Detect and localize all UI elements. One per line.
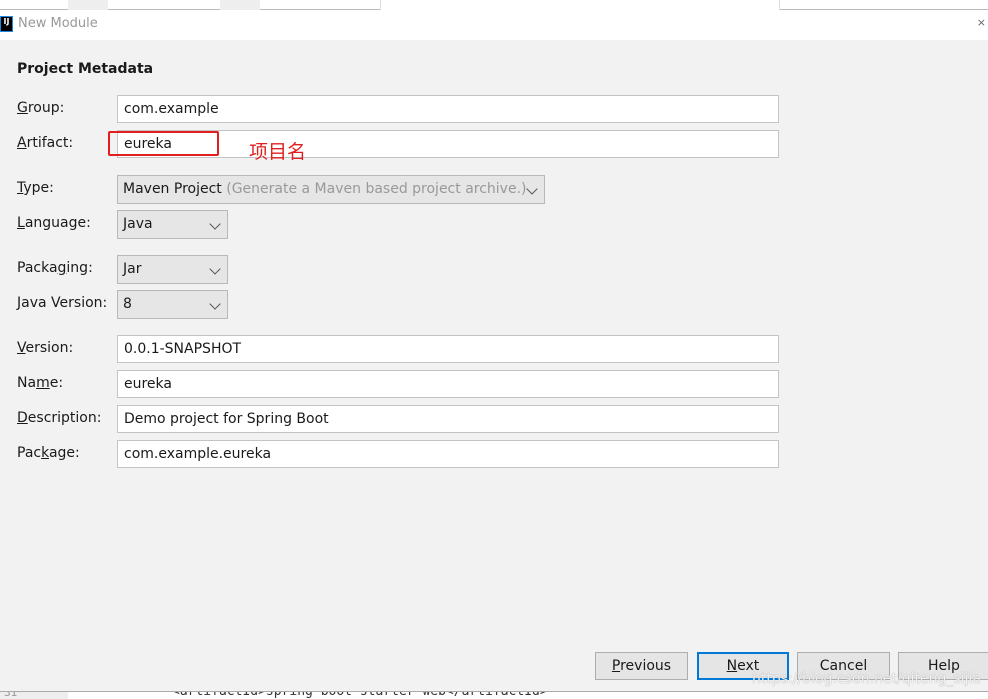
dialog-title: New Module	[18, 16, 98, 31]
label-text: anguage:	[24, 215, 91, 231]
packaging-select[interactable]: Jar	[117, 255, 228, 284]
packaging-label: Packaging:	[17, 260, 93, 276]
label-text: Packa	[17, 260, 58, 276]
description-input[interactable]: Demo project for Spring Boot	[117, 405, 779, 433]
label-text: ing:	[66, 260, 93, 276]
button-label: revious	[620, 658, 672, 674]
label-text: ype:	[23, 180, 54, 196]
description-label: Description:	[17, 410, 101, 426]
label-text: escription:	[27, 410, 102, 426]
group-label: Group:	[17, 100, 64, 116]
chevron-down-icon	[209, 218, 221, 230]
label-text: roup:	[27, 100, 65, 116]
close-icon[interactable]: ×	[977, 16, 986, 29]
package-label: Package:	[17, 445, 80, 461]
select-value: Maven Project	[123, 181, 222, 197]
annotation-label: 项目名	[249, 141, 307, 163]
background-editor	[380, 0, 780, 10]
select-hint: (Generate a Maven based project archive.…	[226, 181, 527, 197]
dialog-titlebar	[0, 10, 988, 40]
label-text: rtifact:	[26, 135, 74, 151]
chevron-down-icon	[209, 263, 221, 275]
select-value: Jar	[123, 261, 142, 277]
artifact-label: Artifact:	[17, 135, 73, 151]
background-ide-window	[0, 0, 988, 10]
group-input[interactable]: com.example	[117, 95, 779, 123]
label-text: e:	[49, 375, 64, 391]
package-input[interactable]: com.example.eureka	[117, 440, 779, 468]
mnemonic: P	[611, 658, 621, 674]
label-text: Na	[17, 375, 37, 391]
mnemonic: m	[36, 375, 50, 391]
name-input[interactable]: eureka	[117, 370, 779, 398]
background-tab	[220, 0, 260, 10]
java-version-label: Java Version:	[17, 295, 107, 311]
type-select[interactable]: Maven Project (Generate a Maven based pr…	[117, 175, 545, 204]
version-input[interactable]: 0.0.1-SNAPSHOT	[117, 335, 779, 363]
mnemonic: A	[17, 135, 27, 151]
mnemonic: N	[726, 658, 738, 674]
watermark: https://blog.csdn.net/qiteng_sijia	[752, 671, 981, 687]
mnemonic: D	[17, 410, 28, 426]
mnemonic: G	[17, 100, 28, 116]
code-line: <artifactId>spring-boot-starter-web</art…	[172, 691, 548, 699]
line-number: 31	[0, 692, 68, 699]
chevron-down-icon	[209, 298, 221, 310]
language-label: Language:	[17, 215, 91, 231]
select-value: 8	[123, 296, 132, 312]
label-text: Pac	[17, 445, 42, 461]
java-version-select[interactable]: 8	[117, 290, 228, 319]
previous-button[interactable]: Previous	[595, 652, 688, 680]
select-value: Java	[123, 216, 153, 232]
section-title: Project Metadata	[17, 61, 154, 77]
label-text: age:	[48, 445, 80, 461]
background-tab	[68, 0, 108, 10]
chevron-down-icon	[526, 183, 538, 195]
language-select[interactable]: Java	[117, 210, 228, 239]
type-label: Type:	[17, 180, 54, 196]
name-label: Name:	[17, 375, 63, 391]
label-text: ersion:	[25, 340, 74, 356]
label-text: ava Version:	[21, 295, 108, 311]
mnemonic: L	[17, 215, 25, 231]
annotation-highlight-box	[108, 131, 219, 156]
intellij-logo-icon: IJ	[0, 16, 13, 32]
background-editor-strip: 31 <artifactId>spring-boot-starter-web</…	[0, 691, 988, 699]
mnemonic: V	[17, 340, 26, 356]
mnemonic: k	[41, 445, 49, 461]
version-label: Version:	[17, 340, 73, 356]
